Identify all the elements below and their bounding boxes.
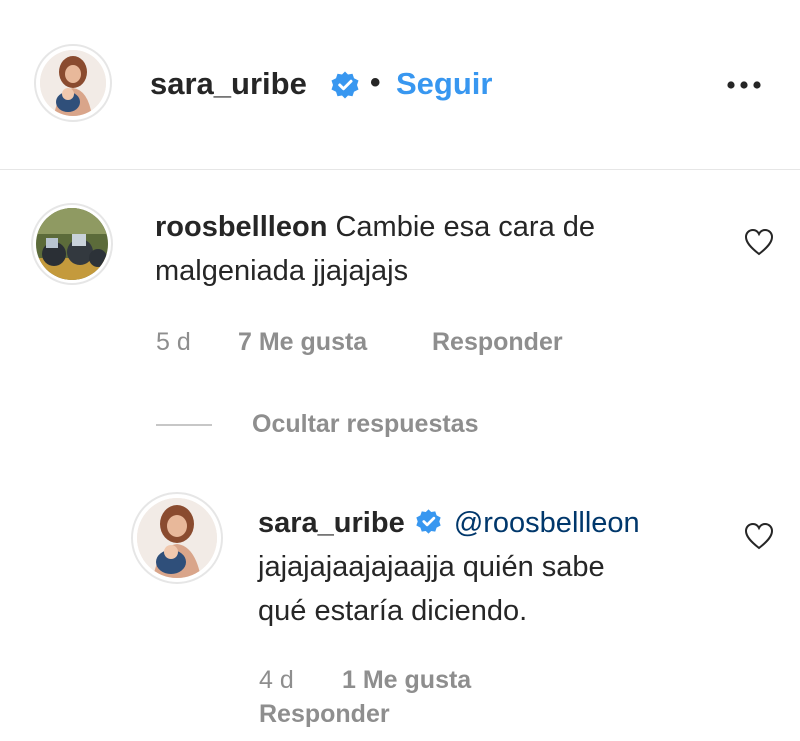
header-avatar[interactable] bbox=[40, 50, 106, 116]
verified-badge-icon bbox=[416, 509, 441, 534]
reply-body-line1: jajajajaajajaajja quién sabe bbox=[258, 551, 605, 583]
comment-reply-button[interactable]: Responder bbox=[432, 328, 563, 357]
avatar-photo-icon bbox=[137, 498, 217, 578]
comment-text: roosbellleon Cambie esa cara de malgenia… bbox=[155, 205, 725, 293]
reply-timestamp[interactable]: 4 d bbox=[259, 666, 294, 695]
reply-body-line2: qué estaría diciendo. bbox=[258, 595, 528, 627]
reply-text: sara_uribe @roosbellleon jajajajaajajaaj… bbox=[258, 501, 728, 633]
hide-replies-label[interactable]: Ocultar respuestas bbox=[252, 410, 479, 439]
header-username[interactable]: sara_uribe bbox=[150, 66, 307, 102]
verified-badge-icon bbox=[331, 71, 359, 99]
comment-body-line2: malgeniada jjajajajs bbox=[155, 255, 409, 287]
follow-button[interactable]: Seguir bbox=[396, 66, 492, 102]
comment-username[interactable]: roosbellleon bbox=[155, 211, 327, 243]
post-header: sara_uribe • Seguir bbox=[0, 0, 800, 170]
reply-username[interactable]: sara_uribe bbox=[258, 507, 405, 539]
comment-likes[interactable]: 7 Me gusta bbox=[238, 328, 367, 357]
reply-likes[interactable]: 1 Me gusta bbox=[342, 666, 471, 695]
comment-avatar[interactable] bbox=[36, 208, 108, 280]
reply-mention-link[interactable]: @roosbellleon bbox=[454, 507, 640, 539]
comment-timestamp[interactable]: 5 d bbox=[156, 328, 191, 357]
header-divider bbox=[0, 169, 800, 170]
hide-replies-line bbox=[156, 424, 212, 426]
avatar-photo-icon bbox=[36, 208, 108, 280]
reply-avatar[interactable] bbox=[137, 498, 217, 578]
reply-reply-button[interactable]: Responder bbox=[259, 700, 390, 729]
like-heart-icon[interactable] bbox=[744, 522, 774, 550]
comment-body-line1: Cambie esa cara de bbox=[335, 211, 596, 243]
avatar-photo-icon bbox=[40, 50, 106, 116]
header-separator: • bbox=[370, 66, 381, 99]
like-heart-icon[interactable] bbox=[744, 228, 774, 256]
more-options-icon[interactable] bbox=[724, 79, 764, 91]
